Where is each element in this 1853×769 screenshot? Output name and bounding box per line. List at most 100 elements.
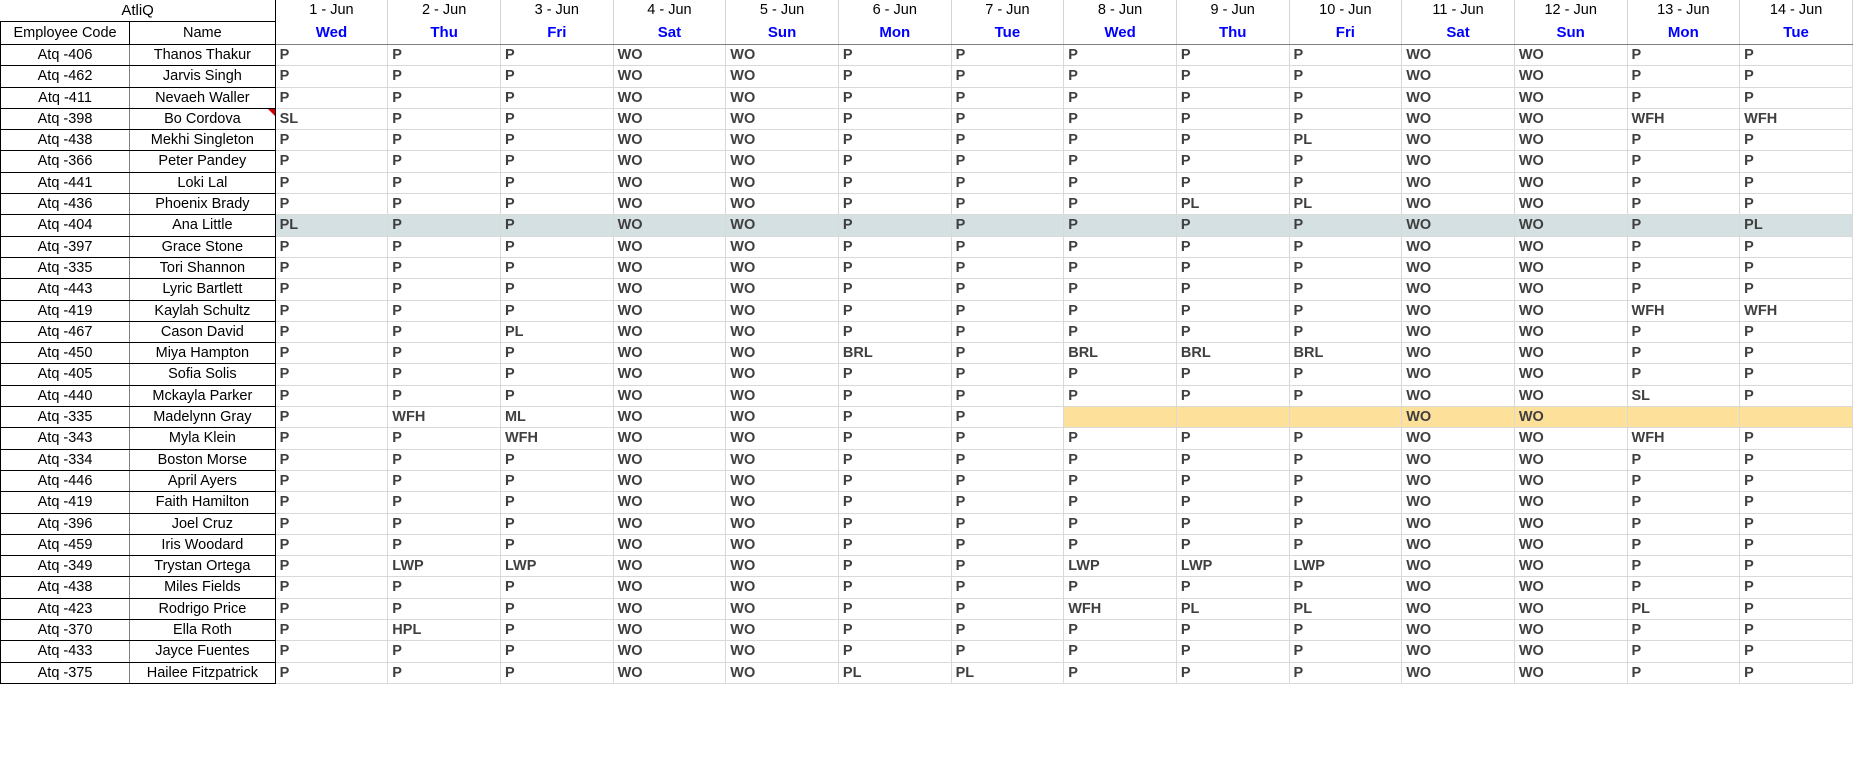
attendance-cell[interactable]: WO bbox=[613, 172, 727, 195]
table-row[interactable]: Atq -450 Miya Hampton P P P WO WO BRL P BRL BRL BRL… bbox=[0, 342, 1853, 365]
attendance-cell[interactable]: P bbox=[1063, 257, 1177, 280]
attendance-cell[interactable]: P bbox=[838, 576, 952, 599]
attendance-cell[interactable]: P bbox=[1063, 44, 1177, 67]
attendance-cell[interactable]: P bbox=[1289, 491, 1403, 514]
attendance-cell[interactable]: P bbox=[500, 150, 614, 173]
attendance-cell[interactable]: P bbox=[500, 129, 614, 152]
table-row[interactable]: Atq -406 Thanos Thakur P P P WO WO P P P P P WO WO P P bbox=[0, 44, 1853, 67]
attendance-cell[interactable]: P bbox=[500, 598, 614, 621]
attendance-cell[interactable]: WO bbox=[725, 576, 839, 599]
table-row[interactable]: Atq -404 Ana Little PL P P WO WO P P P P P WO WO P PL bbox=[0, 214, 1853, 237]
employee-code-cell[interactable]: Atq -411 bbox=[0, 87, 131, 109]
attendance-cell[interactable]: P bbox=[387, 321, 501, 344]
employee-name-cell[interactable]: Nevaeh Waller bbox=[129, 87, 276, 109]
attendance-cell[interactable]: P bbox=[1176, 44, 1290, 67]
attendance-cell[interactable]: WO bbox=[1401, 449, 1515, 471]
attendance-cell[interactable]: WO bbox=[613, 321, 727, 344]
attendance-cell[interactable]: WO bbox=[1401, 65, 1515, 88]
attendance-cell[interactable]: P bbox=[274, 342, 389, 365]
attendance-cell[interactable]: P bbox=[838, 150, 952, 173]
attendance-cell[interactable]: P bbox=[500, 65, 614, 88]
attendance-cell[interactable] bbox=[1289, 406, 1403, 429]
attendance-cell[interactable]: WFH bbox=[1739, 300, 1853, 322]
attendance-cell[interactable]: WO bbox=[725, 598, 839, 621]
attendance-cell[interactable]: WFH bbox=[387, 406, 501, 429]
attendance-cell[interactable]: WFH bbox=[1627, 427, 1741, 450]
attendance-cell[interactable]: WO bbox=[613, 150, 727, 173]
attendance-cell[interactable]: P bbox=[1289, 300, 1403, 322]
attendance-cell[interactable]: WO bbox=[1401, 640, 1515, 663]
attendance-cell[interactable]: P bbox=[387, 363, 501, 386]
attendance-cell[interactable]: P bbox=[1176, 300, 1290, 322]
attendance-cell[interactable]: P bbox=[500, 236, 614, 258]
attendance-cell[interactable]: P bbox=[838, 491, 952, 514]
employee-name-cell[interactable]: Ana Little bbox=[129, 214, 276, 237]
attendance-cell[interactable]: WO bbox=[613, 640, 727, 663]
attendance-cell[interactable]: WO bbox=[1401, 513, 1515, 535]
attendance-cell[interactable]: P bbox=[387, 534, 501, 557]
employee-code-cell[interactable]: Atq -433 bbox=[0, 640, 131, 663]
attendance-cell[interactable]: P bbox=[1176, 470, 1290, 493]
attendance-cell[interactable]: WO bbox=[1401, 342, 1515, 365]
attendance-cell[interactable]: P bbox=[951, 555, 1065, 578]
attendance-cell[interactable]: BRL bbox=[838, 342, 952, 365]
attendance-cell[interactable]: WO bbox=[613, 363, 727, 386]
attendance-cell[interactable]: WO bbox=[1401, 150, 1515, 173]
attendance-cell[interactable]: WO bbox=[1401, 427, 1515, 450]
employee-code-cell[interactable]: Atq -406 bbox=[0, 44, 131, 67]
attendance-cell[interactable]: P bbox=[1289, 108, 1403, 131]
employee-name-cell[interactable]: Jayce Fuentes bbox=[129, 640, 276, 663]
attendance-cell[interactable]: P bbox=[1627, 576, 1741, 599]
employee-code-cell[interactable]: Atq -375 bbox=[0, 662, 131, 684]
attendance-cell[interactable]: P bbox=[1739, 555, 1853, 578]
employee-code-cell[interactable]: Atq -335 bbox=[0, 406, 131, 429]
attendance-cell[interactable]: LWP bbox=[387, 555, 501, 578]
attendance-cell[interactable]: P bbox=[1289, 87, 1403, 109]
attendance-cell[interactable]: P bbox=[951, 342, 1065, 365]
attendance-cell[interactable]: P bbox=[951, 363, 1065, 386]
employee-code-cell[interactable]: Atq -404 bbox=[0, 214, 131, 237]
attendance-cell[interactable]: WO bbox=[1514, 470, 1628, 493]
table-row[interactable]: Atq -411 Nevaeh Waller P P P WO WO P P P P P WO WO P P bbox=[0, 87, 1853, 109]
employee-name-cell[interactable]: April Ayers bbox=[129, 470, 276, 493]
employee-code-cell[interactable]: Atq -370 bbox=[0, 619, 131, 642]
employee-name-cell[interactable]: Hailee Fitzpatrick bbox=[129, 662, 276, 684]
table-row[interactable]: Atq -397 Grace Stone P P P WO WO P P P P P WO WO P P bbox=[0, 236, 1853, 258]
employee-name-cell[interactable]: Phoenix Brady bbox=[129, 193, 276, 216]
table-row[interactable]: Atq -441 Loki Lal P P P WO WO P P P P P WO WO P P bbox=[0, 172, 1853, 195]
attendance-cell[interactable]: P bbox=[1176, 65, 1290, 88]
attendance-cell[interactable]: P bbox=[500, 491, 614, 514]
employee-code-cell[interactable]: Atq -459 bbox=[0, 534, 131, 557]
attendance-cell[interactable]: WO bbox=[1401, 129, 1515, 152]
attendance-cell[interactable]: P bbox=[951, 300, 1065, 322]
attendance-cell[interactable]: P bbox=[951, 129, 1065, 152]
attendance-cell[interactable]: PL bbox=[838, 662, 952, 684]
attendance-cell[interactable]: WO bbox=[1514, 214, 1628, 237]
employee-name-cell[interactable]: Boston Morse bbox=[129, 449, 276, 471]
attendance-cell[interactable]: P bbox=[1063, 363, 1177, 386]
attendance-cell[interactable]: P bbox=[387, 342, 501, 365]
attendance-cell[interactable]: PL bbox=[274, 214, 389, 237]
attendance-cell[interactable]: P bbox=[1289, 662, 1403, 684]
attendance-cell[interactable]: P bbox=[1627, 236, 1741, 258]
attendance-cell[interactable]: P bbox=[1289, 363, 1403, 386]
table-row[interactable]: Atq -343 Myla Klein P P WFH WO WO P P P P P WO WO WFH P bbox=[0, 427, 1853, 450]
attendance-cell[interactable]: WO bbox=[1514, 619, 1628, 642]
attendance-cell[interactable]: P bbox=[1627, 65, 1741, 88]
attendance-cell[interactable]: WO bbox=[1401, 662, 1515, 684]
attendance-cell[interactable]: P bbox=[951, 640, 1065, 663]
attendance-cell[interactable]: P bbox=[274, 193, 389, 216]
attendance-cell[interactable]: WO bbox=[613, 214, 727, 237]
attendance-cell[interactable]: P bbox=[1627, 257, 1741, 280]
attendance-cell[interactable]: WFH bbox=[1627, 300, 1741, 322]
attendance-cell[interactable]: WO bbox=[613, 257, 727, 280]
attendance-cell[interactable]: P bbox=[274, 150, 389, 173]
attendance-cell[interactable]: WO bbox=[725, 491, 839, 514]
attendance-cell[interactable]: P bbox=[951, 172, 1065, 195]
attendance-cell[interactable]: P bbox=[1627, 640, 1741, 663]
attendance-cell[interactable]: WO bbox=[1514, 363, 1628, 386]
attendance-cell[interactable]: P bbox=[1176, 363, 1290, 386]
attendance-cell[interactable]: P bbox=[1063, 640, 1177, 663]
attendance-cell[interactable]: P bbox=[1627, 662, 1741, 684]
attendance-cell[interactable]: ML bbox=[500, 406, 614, 429]
